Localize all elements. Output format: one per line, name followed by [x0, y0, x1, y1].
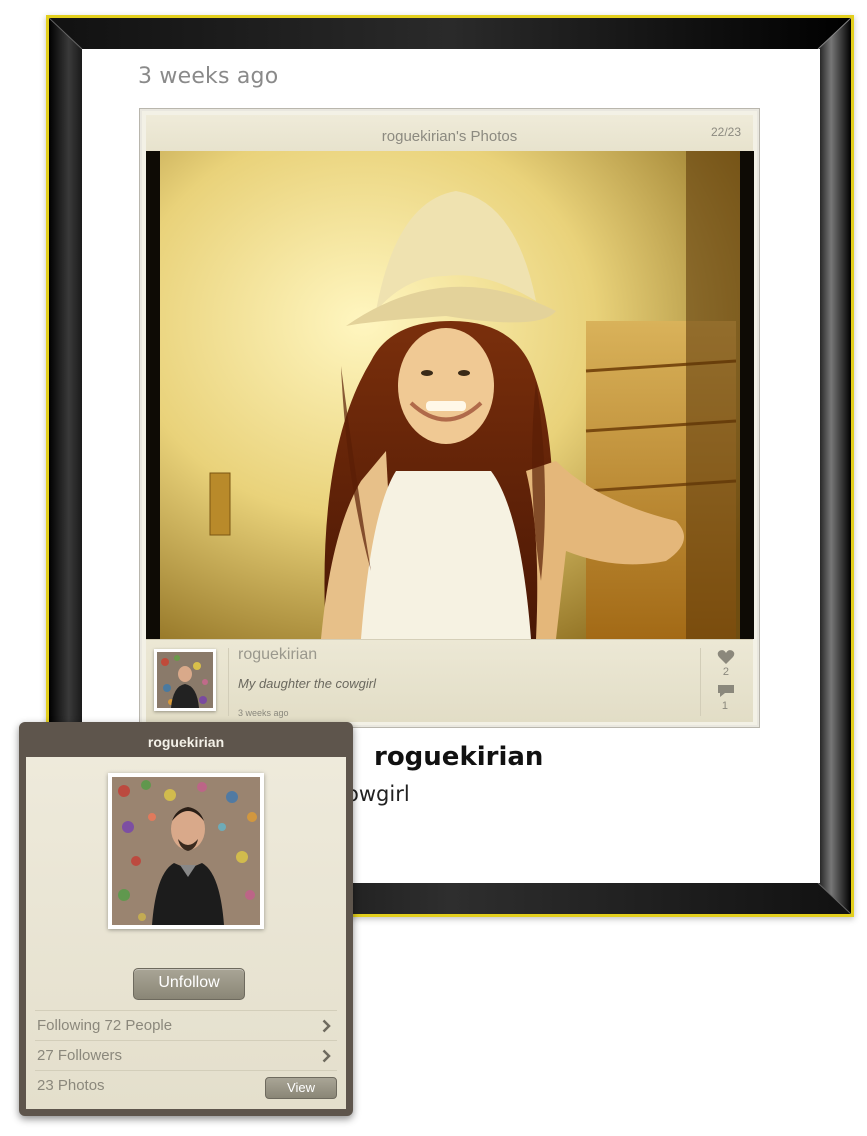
photos-label: 23 Photos: [37, 1077, 105, 1094]
user-popover: roguekirian Unfollow Following 72 People…: [19, 722, 353, 1116]
view-photos-button[interactable]: View: [265, 1077, 337, 1099]
unfollow-button[interactable]: Unfollow: [133, 968, 245, 1000]
photo-caption-bar: roguekirian My daughter the cowgirl 3 we…: [146, 639, 753, 722]
photos-row: 23 Photos View: [35, 1070, 337, 1101]
comment-icon[interactable]: [717, 684, 735, 698]
followers-label: 27 Followers: [37, 1047, 123, 1064]
caption-text: My daughter the cowgirl: [238, 676, 377, 691]
photo-counter: 22/23: [710, 125, 741, 139]
chevron-right-icon: [322, 1049, 331, 1063]
following-row[interactable]: Following 72 People: [35, 1010, 337, 1041]
caption-divider-right: [700, 648, 701, 716]
caption-time: 3 weeks ago: [238, 708, 289, 718]
popover-title: roguekirian: [147, 734, 225, 750]
post-caption: owgirl: [346, 782, 410, 806]
followers-row[interactable]: 27 Followers: [35, 1040, 337, 1071]
caption-username[interactable]: roguekirian: [238, 646, 317, 664]
heart-icon[interactable]: [717, 649, 735, 665]
comment-count: 1: [721, 700, 728, 712]
caption-user-avatar[interactable]: [154, 649, 216, 711]
profile-photo: [108, 773, 264, 929]
following-label: Following 72 People: [37, 1017, 173, 1034]
post-username: roguekirian: [374, 742, 544, 772]
chevron-right-icon: [322, 1019, 331, 1033]
popover-body: Unfollow Following 72 People 27 Follower…: [26, 757, 346, 1109]
like-count: 2: [722, 666, 729, 678]
album-title: roguekirian's Photos: [381, 128, 518, 145]
photo-card: roguekirian's Photos 22/23 roguekirian M…: [139, 108, 760, 728]
post-time-header: 3 weeks ago: [138, 64, 279, 89]
main-photo[interactable]: [146, 151, 754, 639]
caption-divider: [228, 648, 229, 716]
